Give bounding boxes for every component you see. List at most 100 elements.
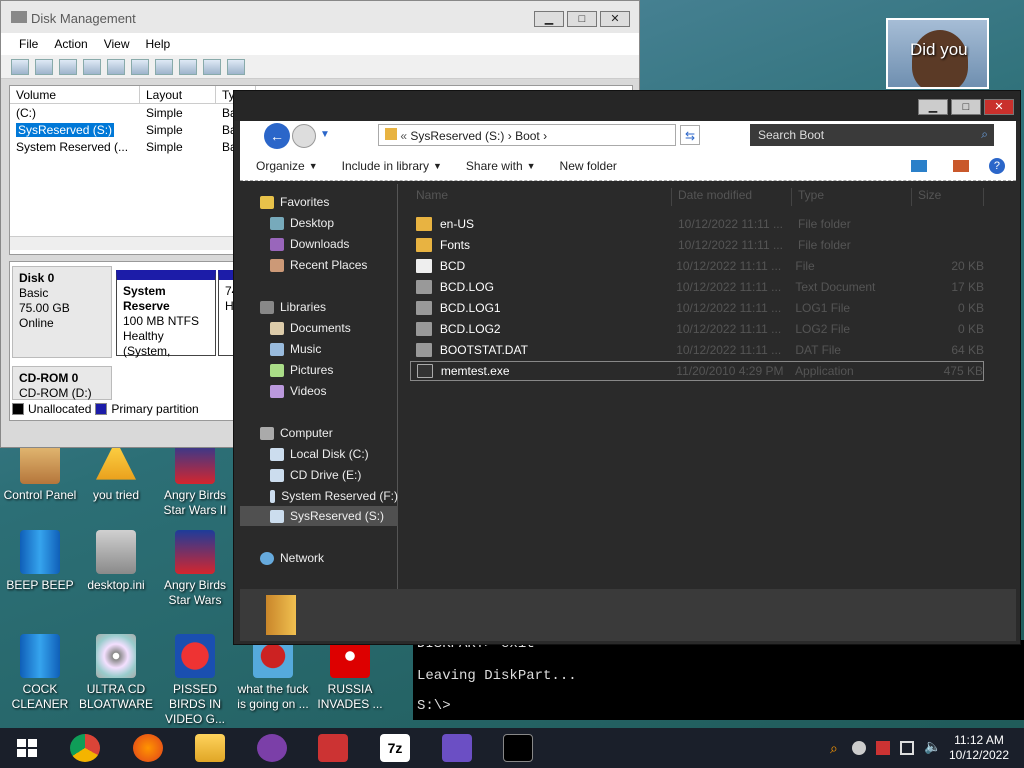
breadcrumb-sysreserved[interactable]: SysReserved (S:) <box>410 129 504 143</box>
desktop-icon-control-panel[interactable]: Control Panel <box>0 440 80 503</box>
nav-local-disk-c[interactable]: Local Disk (C:) <box>270 444 428 464</box>
network-icon[interactable] <box>900 741 914 755</box>
nav-computer[interactable]: Computer <box>260 423 418 443</box>
horizontal-scrollbar[interactable] <box>10 236 234 250</box>
include-in-library-button[interactable]: Include in library <box>342 159 429 173</box>
nav-system-reserved-f[interactable]: System Reserved (F:) <box>270 486 398 506</box>
close-button[interactable]: ✕ <box>600 11 630 27</box>
file-row[interactable]: BCD.LOG 10/12/2022 11:11 ... Text Document… <box>410 277 984 297</box>
desktop-icon-you-tried[interactable]: you tried <box>76 440 156 503</box>
column-layout[interactable]: Layout <box>140 86 216 103</box>
toolbox-icon[interactable] <box>318 734 348 762</box>
folder-icon <box>385 128 397 140</box>
maximize-button[interactable]: □ <box>951 99 981 115</box>
settings-icon[interactable] <box>227 58 245 75</box>
properties-icon[interactable] <box>59 58 77 75</box>
nav-videos[interactable]: Videos <box>270 381 428 401</box>
nav-libraries[interactable]: Libraries <box>260 297 418 317</box>
explorer-window[interactable]: ▁ □ ✕ ← ▼ « SysReserved (S:) › Boot › ⇆ … <box>233 90 1021 645</box>
close-button[interactable]: ✕ <box>984 99 1014 115</box>
command-prompt-icon[interactable] <box>503 734 533 762</box>
file-row-selected[interactable]: memtest.exe 11/20/2010 4:29 PM Application… <box>410 361 984 381</box>
clock[interactable]: 11:12 AM 10/12/2022 <box>944 733 1014 763</box>
column-name[interactable]: Name <box>410 188 672 206</box>
menu-help[interactable]: Help <box>138 33 179 55</box>
messenger-tray-icon[interactable] <box>852 741 866 755</box>
menu-file[interactable]: File <box>11 33 46 55</box>
system-reserved-partition[interactable]: System Reserve 100 MB NTFS Healthy (Syst… <box>116 270 216 358</box>
desktop-icon-what[interactable]: what the fuck is going on ... <box>233 634 313 712</box>
breadcrumb-boot[interactable]: Boot <box>515 129 540 143</box>
new-folder-button[interactable]: New folder <box>560 159 617 173</box>
address-bar[interactable]: « SysReserved (S:) › Boot › <box>378 124 676 146</box>
desktop-icon-russia[interactable]: RUSSIA INVADES ... <box>310 634 390 712</box>
nav-cd-drive-e[interactable]: CD Drive (E:) <box>270 465 428 485</box>
desktop-icon-angry-birds-sw[interactable]: Angry Birds Star Wars <box>155 530 235 608</box>
desktop-icon-beep-beep[interactable]: BEEP BEEP <box>0 530 80 593</box>
nav-favorites[interactable]: Favorites <box>260 192 418 212</box>
maximize-button[interactable]: □ <box>567 11 597 27</box>
title-bar[interactable]: Disk Management ▁ □ ✕ <box>1 1 639 33</box>
nav-sysreserved-s[interactable]: SysReserved (S:) <box>240 506 398 526</box>
nav-recent-places[interactable]: Recent Places <box>270 255 428 275</box>
menu-view[interactable]: View <box>96 33 138 55</box>
refresh-icon[interactable]: ⇆ <box>680 125 700 145</box>
desktop-icon-ultra-cd[interactable]: ULTRA CD BLOATWARE <box>76 634 156 712</box>
file-explorer-icon[interactable] <box>195 734 225 762</box>
windows-start-icon[interactable] <box>12 734 42 762</box>
nav-music[interactable]: Music <box>270 339 428 359</box>
cdrom-label[interactable]: CD-ROM 0 CD-ROM (D:) <box>12 366 112 400</box>
nav-network[interactable]: Network <box>260 548 418 568</box>
back-icon[interactable] <box>11 58 29 75</box>
share-with-button[interactable]: Share with <box>466 159 523 173</box>
minimize-button[interactable]: ▁ <box>534 11 564 27</box>
back-button[interactable]: ← <box>264 123 290 149</box>
yahoo-messenger-icon[interactable] <box>257 734 287 762</box>
hammer-icon[interactable] <box>442 734 472 762</box>
search-icon[interactable]: ⌕ <box>830 740 838 757</box>
desktop-icon-angry-birds-sw2[interactable]: Angry Birds Star Wars II <box>155 440 235 518</box>
minimize-button[interactable]: ▁ <box>918 99 948 115</box>
explore-icon[interactable] <box>203 58 221 75</box>
nav-pictures[interactable]: Pictures <box>270 360 428 380</box>
chevron-down-icon[interactable]: ▼ <box>320 129 330 140</box>
title-bar[interactable]: ▁ □ ✕ <box>234 91 1020 121</box>
flag-icon[interactable] <box>876 741 890 755</box>
refresh-icon[interactable] <box>131 58 149 75</box>
firefox-icon[interactable] <box>133 734 163 762</box>
file-row[interactable]: BOOTSTAT.DAT 10/12/2022 11:11 ... DAT File… <box>410 340 984 360</box>
column-size[interactable]: Size <box>912 188 984 206</box>
help-icon[interactable] <box>83 58 101 75</box>
rescan-icon[interactable] <box>155 58 173 75</box>
desktop-icon-cock-cleaner[interactable]: COCK CLEANER <box>0 634 80 712</box>
open-icon[interactable] <box>179 58 197 75</box>
nav-downloads[interactable]: Downloads <box>270 234 428 254</box>
column-type[interactable]: Type <box>792 188 912 206</box>
console-tree-icon[interactable] <box>107 58 125 75</box>
desktop-icon-pissed-birds[interactable]: PISSED BIRDS IN VIDEO G... <box>155 634 235 727</box>
file-row[interactable]: BCD.LOG2 10/12/2022 11:11 ... LOG2 File 0 K… <box>410 319 984 339</box>
disk0-label[interactable]: Disk 0 Basic 75.00 GB Online <box>12 266 112 358</box>
volume-icon[interactable]: 🔈 <box>924 738 941 755</box>
forward-icon[interactable] <box>35 58 53 75</box>
help-icon[interactable]: ? <box>988 157 1005 174</box>
view-options-icon[interactable] <box>910 159 927 172</box>
desktop-icon-desktop-ini[interactable]: desktop.ini <box>76 530 156 593</box>
file-row[interactable]: BCD.LOG1 10/12/2022 11:11 ... LOG1 File 0 K… <box>410 298 984 318</box>
nav-desktop[interactable]: Desktop <box>270 213 428 233</box>
column-volume[interactable]: Volume <box>10 86 140 103</box>
nav-documents[interactable]: Documents <box>270 318 428 338</box>
organize-button[interactable]: Organize <box>256 159 305 173</box>
search-input[interactable]: Search Boot ⌕ <box>750 124 994 146</box>
forward-button[interactable] <box>292 124 316 148</box>
7zip-icon[interactable]: 7z <box>380 734 410 762</box>
file-row[interactable]: Fonts 10/12/2022 11:11 ... File folder <box>410 235 984 255</box>
menu-action[interactable]: Action <box>46 33 95 55</box>
chrome-icon[interactable] <box>70 734 100 762</box>
file-row[interactable]: BCD 10/12/2022 11:11 ... File 20 KB <box>410 256 984 276</box>
file-row[interactable]: en-US 10/12/2022 11:11 ... File folder <box>410 214 984 234</box>
c-partition[interactable]: 74 H <box>218 270 234 356</box>
column-date-modified[interactable]: Date modified <box>672 188 792 206</box>
console-window[interactable]: DISKPART> exit Leaving DiskPart... S:\> <box>413 636 1024 720</box>
preview-pane-icon[interactable] <box>952 159 969 172</box>
